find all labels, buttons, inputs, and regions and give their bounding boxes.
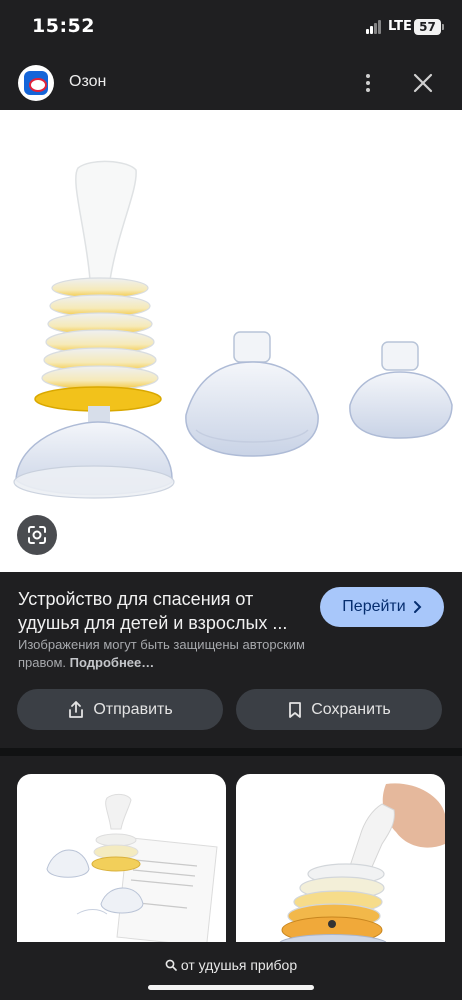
viewer-header: Озон — [0, 56, 462, 110]
signal-icon — [366, 20, 382, 34]
related-images — [0, 756, 462, 946]
main-image[interactable] — [0, 110, 462, 572]
google-lens-button[interactable] — [17, 515, 57, 555]
home-indicator[interactable] — [148, 985, 314, 990]
visit-button[interactable]: Перейти — [320, 587, 444, 627]
search-query-chip[interactable]: от удушья прибор — [0, 957, 462, 973]
site-logo-icon[interactable] — [18, 65, 54, 101]
section-divider — [0, 748, 462, 756]
copyright-notice: Изображения могут быть защищены авторски… — [18, 636, 348, 672]
battery-icon: 57 — [414, 19, 444, 35]
visit-button-label: Перейти — [342, 598, 406, 615]
bookmark-icon — [289, 701, 302, 718]
related-image-1[interactable] — [17, 774, 226, 944]
result-info: Устройство для спасения от удушья для де… — [0, 572, 462, 748]
result-title[interactable]: Устройство для спасения от удушья для де… — [18, 587, 308, 635]
search-query-text: от удушья прибор — [180, 957, 298, 973]
share-button[interactable]: Отправить — [17, 689, 223, 730]
search-icon — [165, 959, 177, 971]
lens-icon — [28, 526, 46, 544]
status-bar: 15:52 LTE 57 — [0, 0, 462, 56]
more-link[interactable]: Подробнее… — [70, 655, 155, 670]
save-label: Сохранить — [311, 700, 391, 718]
copyright-text: Изображения могут быть защищены авторски… — [18, 637, 305, 670]
more-vert-icon[interactable] — [360, 70, 376, 96]
status-time: 15:52 — [32, 15, 95, 37]
share-icon — [69, 700, 84, 718]
close-icon[interactable] — [410, 70, 436, 96]
network-type: LTE — [388, 19, 412, 34]
share-label: Отправить — [93, 700, 173, 718]
site-name[interactable]: Озон — [69, 73, 106, 91]
bottom-search-bar: от удушья прибор — [0, 942, 462, 1000]
chevron-right-icon — [413, 601, 422, 613]
save-button[interactable]: Сохранить — [236, 689, 442, 730]
related-image-2[interactable] — [236, 774, 445, 944]
